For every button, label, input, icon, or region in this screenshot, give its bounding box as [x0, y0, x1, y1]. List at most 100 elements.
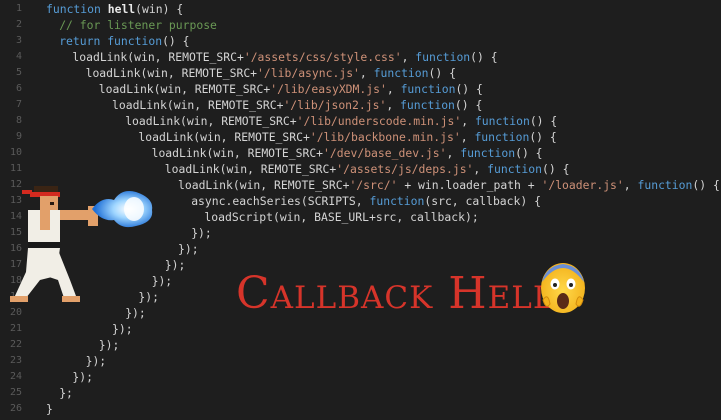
code-token: (win) { [135, 2, 184, 16]
code-token: loadLink(win, REMOTE_SRC+ [178, 178, 350, 192]
code-text: loadLink(win, REMOTE_SRC+'/lib/backbone.… [138, 129, 556, 145]
code-token: () { [515, 146, 543, 160]
code-text: return function() { [59, 33, 189, 49]
code-token: return [59, 34, 108, 48]
code-token: (src, callback) { [424, 194, 541, 208]
code-line: 9 loadLink(win, REMOTE_SRC+'/lib/backbone… [0, 129, 721, 145]
code-token: loadLink(win, REMOTE_SRC+ [151, 146, 324, 160]
pixel-fighter-icon [10, 186, 98, 302]
code-token: function [107, 34, 163, 48]
code-token: function [373, 66, 429, 80]
hadouken-fireball-icon [92, 191, 153, 228]
code-token: loadLink(win, REMOTE_SRC+ [72, 50, 244, 64]
code-token: loadLink(win, REMOTE_SRC+ [125, 114, 297, 128]
code-token: }); [191, 226, 212, 240]
code-text: loadLink(win, REMOTE_SRC+'/src/' + win.l… [178, 177, 720, 193]
code-token: , [386, 98, 401, 112]
code-text: }); [191, 225, 212, 241]
line-number: 7 [15, 99, 22, 110]
code-text: loadLink(win, REMOTE_SRC+'/assets/css/st… [72, 49, 497, 65]
line-number: 22 [9, 339, 22, 350]
code-line: 3 return function() { [0, 33, 721, 49]
code-token: , [446, 146, 461, 160]
code-token: () { [529, 130, 557, 144]
code-text: async.eachSeries(SCRIPTS, function(src, … [191, 193, 541, 209]
code-token: }); [112, 322, 133, 336]
code-token: function [487, 162, 542, 176]
code-text: }; [59, 385, 73, 401]
code-text: }); [86, 353, 107, 369]
line-number: 11 [9, 163, 22, 174]
code-token: loadLink(win, REMOTE_SRC+ [164, 162, 337, 176]
code-text: loadLink(win, REMOTE_SRC+'/lib/easyXDM.j… [99, 81, 483, 97]
code-text: loadLink(win, REMOTE_SRC+'/lib/json2.js'… [112, 97, 482, 113]
code-line: 6 loadLink(win, REMOTE_SRC+'/lib/easyXDM.… [0, 81, 721, 97]
code-token: }); [85, 354, 107, 368]
line-number: 21 [9, 323, 22, 334]
code-token: loadLink(win, REMOTE_SRC+ [112, 98, 284, 112]
code-text: }); [72, 369, 93, 385]
code-token: , [460, 130, 475, 144]
code-text: }); [165, 257, 186, 273]
line-number: 23 [9, 355, 22, 366]
line-number: 8 [15, 115, 22, 126]
code-token: , [401, 50, 416, 64]
code-text: loadScript(win, BASE_URL+src, callback); [204, 209, 478, 225]
code-token: loadScript(win, BASE_URL+src, callback); [204, 210, 479, 224]
code-line: 2 // for listener purpose [0, 17, 721, 33]
code-token: loadLink(win, REMOTE_SRC+ [98, 82, 271, 96]
code-line: 10 loadLink(win, REMOTE_SRC+'/dev/base_de… [0, 145, 721, 161]
line-number: 10 [9, 147, 22, 158]
code-token: }); [72, 370, 93, 384]
code-token: }); [151, 274, 173, 288]
code-token: // for listener purpose [59, 18, 217, 32]
code-token: () { [162, 34, 190, 48]
code-text: function hell(win) { [46, 1, 183, 17]
line-number: 4 [15, 51, 22, 62]
code-token: function [400, 82, 456, 96]
line-number: 20 [9, 307, 22, 318]
code-text: }); [152, 273, 173, 289]
code-token: '/assets/css/style.css' [243, 50, 402, 64]
code-token: + win.loader_path + [397, 178, 542, 192]
code-token: () { [529, 114, 558, 128]
line-number: 24 [9, 371, 22, 382]
code-text: // for listener purpose [59, 17, 217, 33]
code-line: 5 loadLink(win, REMOTE_SRC+'/lib/async.js… [0, 65, 721, 81]
code-text: loadLink(win, REMOTE_SRC+'/dev/base_dev.… [152, 145, 543, 161]
line-number: 26 [9, 403, 22, 414]
code-token: '/dev/base_dev.js' [323, 146, 447, 160]
code-token: function [369, 194, 425, 208]
code-token: function [637, 178, 693, 192]
code-token: function [474, 130, 530, 144]
code-text: }); [112, 321, 133, 337]
code-token: '/lib/underscode.min.js' [296, 114, 462, 128]
code-text: loadLink(win, REMOTE_SRC+'/lib/underscod… [125, 113, 557, 129]
code-token: loadLink(win, REMOTE_SRC+ [85, 66, 258, 80]
code-token: }); [125, 306, 146, 320]
code-line: 16}); [0, 241, 721, 257]
code-token: }); [178, 242, 199, 256]
line-number: 9 [15, 131, 22, 142]
line-number: 25 [9, 387, 22, 398]
code-line: 11 loadLink(win, REMOTE_SRC+'/assets/js/d… [0, 161, 721, 177]
code-token: '/loader.js' [541, 178, 624, 192]
code-token: '/lib/backbone.min.js' [309, 130, 461, 144]
code-token: async.eachSeries(SCRIPTS, [191, 194, 370, 208]
code-token: }); [98, 338, 120, 352]
code-token: , [461, 114, 475, 128]
code-line: 26} [0, 401, 721, 417]
code-token: () { [428, 66, 456, 80]
code-token: '/lib/json2.js' [283, 98, 387, 112]
code-text: }); [178, 241, 199, 257]
code-line: 1 function hell(win) { [0, 1, 721, 17]
code-token: function [400, 98, 455, 112]
code-token: function [46, 2, 108, 16]
code-token: , [473, 162, 488, 176]
code-token: }; [59, 386, 73, 400]
code-line: 23}); [0, 353, 721, 369]
code-text: loadLink(win, REMOTE_SRC+'/assets/js/dep… [165, 161, 570, 177]
code-token: () { [470, 50, 498, 64]
code-line: 22}); [0, 337, 721, 353]
code-line: 25}; [0, 385, 721, 401]
